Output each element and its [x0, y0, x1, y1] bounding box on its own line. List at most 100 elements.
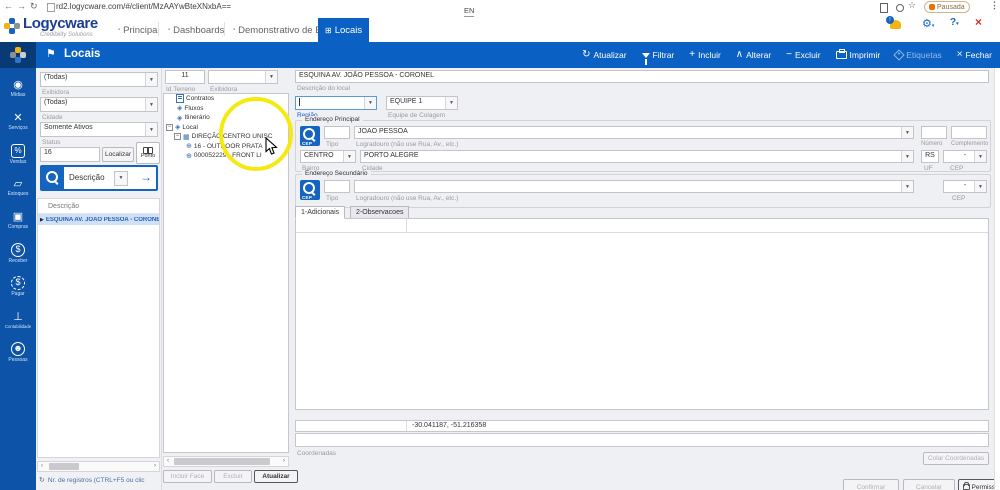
- url-field[interactable]: rd2.logycware.com/#/client/MzAAYwBteXNxb…: [56, 2, 231, 11]
- help-icon[interactable]: ?▾: [950, 17, 959, 28]
- id-terreno-label: Id.Terreno: [166, 86, 196, 93]
- page-icon[interactable]: [880, 3, 888, 13]
- collapse-icon[interactable]: −: [174, 133, 181, 141]
- close-session-icon[interactable]: ×: [975, 15, 982, 29]
- forward-icon[interactable]: →: [17, 1, 26, 11]
- search-mode-value[interactable]: Descrição: [69, 173, 105, 182]
- caret-up-icon: ∧: [735, 49, 744, 60]
- chevron-down-icon: ▼: [145, 73, 157, 86]
- grid-value-cell[interactable]: [406, 219, 988, 233]
- sidebar-item-midias[interactable]: ◉ Mídias: [0, 72, 36, 105]
- sidebar-item-receber[interactable]: $ Receber: [0, 237, 36, 270]
- confirmar-button: Confirmar: [843, 479, 899, 490]
- settings-gear-icon[interactable]: ⚙▾: [922, 17, 934, 30]
- filter-button[interactable]: Filtrar: [641, 50, 674, 65]
- tree-item-local[interactable]: − ◈ Local: [164, 123, 288, 133]
- extension-paused-badge[interactable]: Pausada: [924, 1, 970, 13]
- sidebar-item-vendas[interactable]: % Vendas: [0, 138, 36, 171]
- uf-field[interactable]: RS: [921, 150, 939, 163]
- sidebar-item-servicos[interactable]: ✕ Serviços: [0, 105, 36, 138]
- refresh-button[interactable]: ↻ Atualizar: [582, 49, 626, 61]
- search-mode-dropdown[interactable]: ▼: [114, 171, 128, 186]
- localizar-button[interactable]: Localizar: [102, 147, 134, 162]
- tree-item-fluxos[interactable]: ◈ Fluxos: [164, 104, 288, 114]
- coins-icon: $: [11, 276, 25, 290]
- cep-search-button[interactable]: CEP: [300, 126, 320, 146]
- cidade-label: Cidade: [42, 114, 63, 121]
- locate-input[interactable]: 16: [40, 147, 100, 162]
- sidebar-item-contabilidade[interactable]: ⊥ Contabilidade: [0, 303, 36, 336]
- logradouro-label: Logradouro (não use Rua, Av., etc.): [356, 141, 459, 148]
- status-select[interactable]: Somente Ativos ▼: [40, 122, 158, 137]
- bairro-select[interactable]: CENTRO ▼: [300, 150, 356, 163]
- add-button[interactable]: + Incluir: [689, 50, 721, 61]
- complemento-field[interactable]: [951, 126, 987, 139]
- exibidora-select[interactable]: (Todas) ▼: [40, 72, 158, 87]
- cep-select[interactable]: - ▼: [943, 150, 987, 163]
- grid-header-cell[interactable]: [296, 219, 407, 233]
- tools-icon: ✕: [13, 112, 23, 124]
- tipo-field-2[interactable]: [324, 180, 350, 193]
- reload-icon[interactable]: ↻: [30, 1, 38, 12]
- cep-search-button-2[interactable]: CEP: [300, 180, 320, 200]
- equipe-select[interactable]: EQUIPE 1 ▼: [386, 96, 458, 110]
- list-column-header[interactable]: Descrição: [48, 203, 79, 210]
- star-icon[interactable]: ☆: [908, 0, 916, 11]
- logradouro-field[interactable]: JOAO PESSOA ▼: [354, 126, 914, 139]
- id-terreno-field[interactable]: 11: [165, 70, 205, 84]
- regiao-select[interactable]: ▼: [295, 96, 377, 110]
- cep-select-2[interactable]: - ▼: [943, 180, 987, 193]
- tab-principal[interactable]: ▪ Principal: [118, 20, 160, 40]
- logradouro-field-2[interactable]: ▼: [354, 180, 914, 193]
- sidebar-item-pagar[interactable]: $ Pagar: [0, 270, 36, 303]
- key-icon[interactable]: [896, 4, 904, 12]
- endereco-principal-legend: Endereço Principal: [302, 116, 363, 123]
- cidade-field[interactable]: PORTO ALEGRE ▼: [360, 150, 914, 163]
- menu-dots-icon[interactable]: ⋮: [990, 0, 999, 11]
- collapse-icon[interactable]: −: [166, 123, 173, 131]
- ponto-button[interactable]: Ponto: [136, 142, 160, 164]
- language-selector[interactable]: EN: [464, 6, 475, 17]
- tab-dashboards[interactable]: ▪ Dashboards: [168, 20, 224, 40]
- back-icon[interactable]: ←: [4, 1, 13, 11]
- list-item-selected[interactable]: ▶ ESQUINA AV. JOÃO PESSOA - CORONEL: [38, 214, 159, 225]
- print-button[interactable]: Imprimir: [835, 49, 880, 60]
- chevron-down-icon: ▼: [901, 151, 913, 162]
- tree-item-itinerario[interactable]: ◈ Itinerário: [164, 113, 288, 123]
- list-hscrollbar[interactable]: ‹ ›: [37, 461, 160, 472]
- tree-exibidora-select[interactable]: ▼: [208, 70, 278, 84]
- tipo-field[interactable]: [324, 126, 350, 139]
- tab-adicionais[interactable]: 1-Adicionais: [295, 206, 346, 219]
- delete-button[interactable]: − Excluir: [786, 50, 820, 61]
- sidebar-item-pessoas[interactable]: ☻ Pessoas: [0, 336, 36, 369]
- coordinates-input[interactable]: [295, 433, 989, 447]
- cidade-select[interactable]: (Todas) ▼: [40, 97, 158, 112]
- module-logo-square: [0, 42, 36, 68]
- pin-icon: ◉: [13, 79, 23, 91]
- atualizar-tree-button[interactable]: Atualizar: [254, 470, 298, 483]
- coordinates-key-cell[interactable]: [296, 421, 407, 431]
- vertical-scrollbar[interactable]: [994, 68, 1000, 490]
- descricao-local-field[interactable]: ESQUINA AV. JOÃO PESSOA - CORONEL: [295, 70, 989, 83]
- tree-hscrollbar[interactable]: ‹ ›: [163, 456, 289, 467]
- refresh-icon: ↻: [582, 49, 591, 60]
- search-go-icon[interactable]: →: [140, 170, 152, 184]
- coordinates-value[interactable]: -30.041187, -51.216358: [412, 422, 486, 429]
- sidebar-item-estoques[interactable]: ▱ Estoques: [0, 171, 36, 204]
- row-marker-icon: ▶: [40, 216, 44, 223]
- refresh-count-icon[interactable]: ↻: [39, 476, 45, 484]
- edit-button[interactable]: ∧ Alterar: [735, 49, 771, 61]
- notification-bell-icon[interactable]: !: [886, 16, 901, 29]
- tab-locais-active[interactable]: ⊞ Locais: [318, 18, 370, 42]
- numero-field[interactable]: [921, 126, 947, 139]
- close-button[interactable]: × Fechar: [957, 50, 992, 61]
- logo-text[interactable]: Logycware: [23, 15, 98, 32]
- box-icon: ▣: [12, 211, 24, 223]
- complemento-label: Complemento: [951, 141, 989, 147]
- chevron-down-icon: ▼: [974, 181, 986, 192]
- tree-item-contratos[interactable]: Contratos: [164, 94, 288, 104]
- paused-label: Pausada: [937, 3, 965, 11]
- coin-icon: $: [11, 243, 25, 257]
- sidebar-item-compras[interactable]: ▣ Compras: [0, 204, 36, 237]
- chevron-down-icon: ▼: [445, 97, 457, 109]
